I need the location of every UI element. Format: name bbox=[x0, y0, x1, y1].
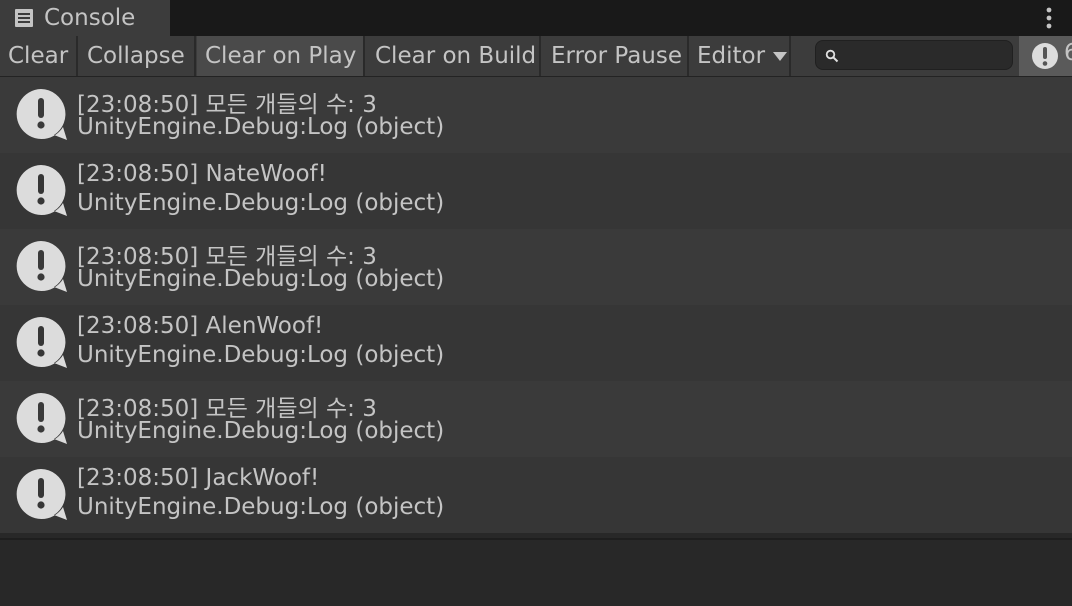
log-stack: UnityEngine.Debug:Log (object) bbox=[77, 114, 445, 140]
more-options-icon[interactable] bbox=[1044, 6, 1054, 30]
log-message: [23:08:50] JackWoof! bbox=[77, 465, 320, 491]
log-message: [23:08:50] AlenWoof! bbox=[77, 313, 324, 339]
log-message-icon bbox=[16, 393, 67, 444]
log-stack: UnityEngine.Debug:Log (object) bbox=[77, 190, 445, 216]
chevron-down-icon bbox=[773, 51, 788, 61]
editor-dropdown-label: Editor bbox=[697, 43, 766, 69]
clear-on-play-toggle[interactable]: Clear on Play bbox=[197, 36, 365, 76]
console-toolbar: Clear Collapse Clear on Play Clear on Bu… bbox=[0, 36, 1072, 77]
log-message: [23:08:50] NateWoof! bbox=[77, 161, 327, 187]
error-pause-toggle[interactable]: Error Pause bbox=[543, 36, 689, 76]
log-entry[interactable]: [23:08:50] 모든 개들의 수: 3 UnityEngine.Debug… bbox=[0, 381, 1072, 457]
editor-dropdown[interactable]: Editor bbox=[689, 36, 791, 76]
log-detail-pane bbox=[0, 540, 1072, 606]
log-message-icon bbox=[16, 317, 67, 368]
clear-on-build-toggle[interactable]: Clear on Build bbox=[367, 36, 541, 76]
console-list-icon bbox=[15, 9, 33, 27]
log-stack: UnityEngine.Debug:Log (object) bbox=[77, 418, 445, 444]
clear-button[interactable]: Clear bbox=[0, 36, 78, 76]
log-message-icon bbox=[16, 165, 67, 216]
log-message-icon bbox=[16, 469, 67, 520]
search-input[interactable] bbox=[815, 40, 1013, 70]
log-entry[interactable]: [23:08:50] NateWoof! UnityEngine.Debug:L… bbox=[0, 153, 1072, 229]
info-message-icon bbox=[1032, 43, 1058, 69]
log-entry[interactable]: [23:08:50] AlenWoof! UnityEngine.Debug:L… bbox=[0, 305, 1072, 381]
console-window: Console Clear Collapse Clear on Play Cle… bbox=[0, 0, 1072, 606]
log-message-icon bbox=[16, 89, 67, 140]
tab-console[interactable]: Console bbox=[0, 0, 170, 36]
log-stack: UnityEngine.Debug:Log (object) bbox=[77, 494, 445, 520]
search-icon bbox=[825, 49, 839, 63]
log-message-icon bbox=[16, 241, 67, 292]
log-entry[interactable]: [23:08:50] 모든 개들의 수: 3 UnityEngine.Debug… bbox=[0, 229, 1072, 305]
tab-bar: Console bbox=[0, 0, 1072, 36]
log-messages-toggle[interactable]: 6 bbox=[1019, 36, 1072, 76]
log-stack: UnityEngine.Debug:Log (object) bbox=[77, 342, 445, 368]
log-list: [23:08:50] 모든 개들의 수: 3 UnityEngine.Debug… bbox=[0, 77, 1072, 537]
message-count: 6 bbox=[1064, 40, 1072, 66]
log-stack: UnityEngine.Debug:Log (object) bbox=[77, 266, 445, 292]
log-entry[interactable]: [23:08:50] 모든 개들의 수: 3 UnityEngine.Debug… bbox=[0, 77, 1072, 153]
tab-title: Console bbox=[44, 5, 136, 31]
log-entry[interactable]: [23:08:50] JackWoof! UnityEngine.Debug:L… bbox=[0, 457, 1072, 533]
collapse-button[interactable]: Collapse bbox=[79, 36, 196, 76]
